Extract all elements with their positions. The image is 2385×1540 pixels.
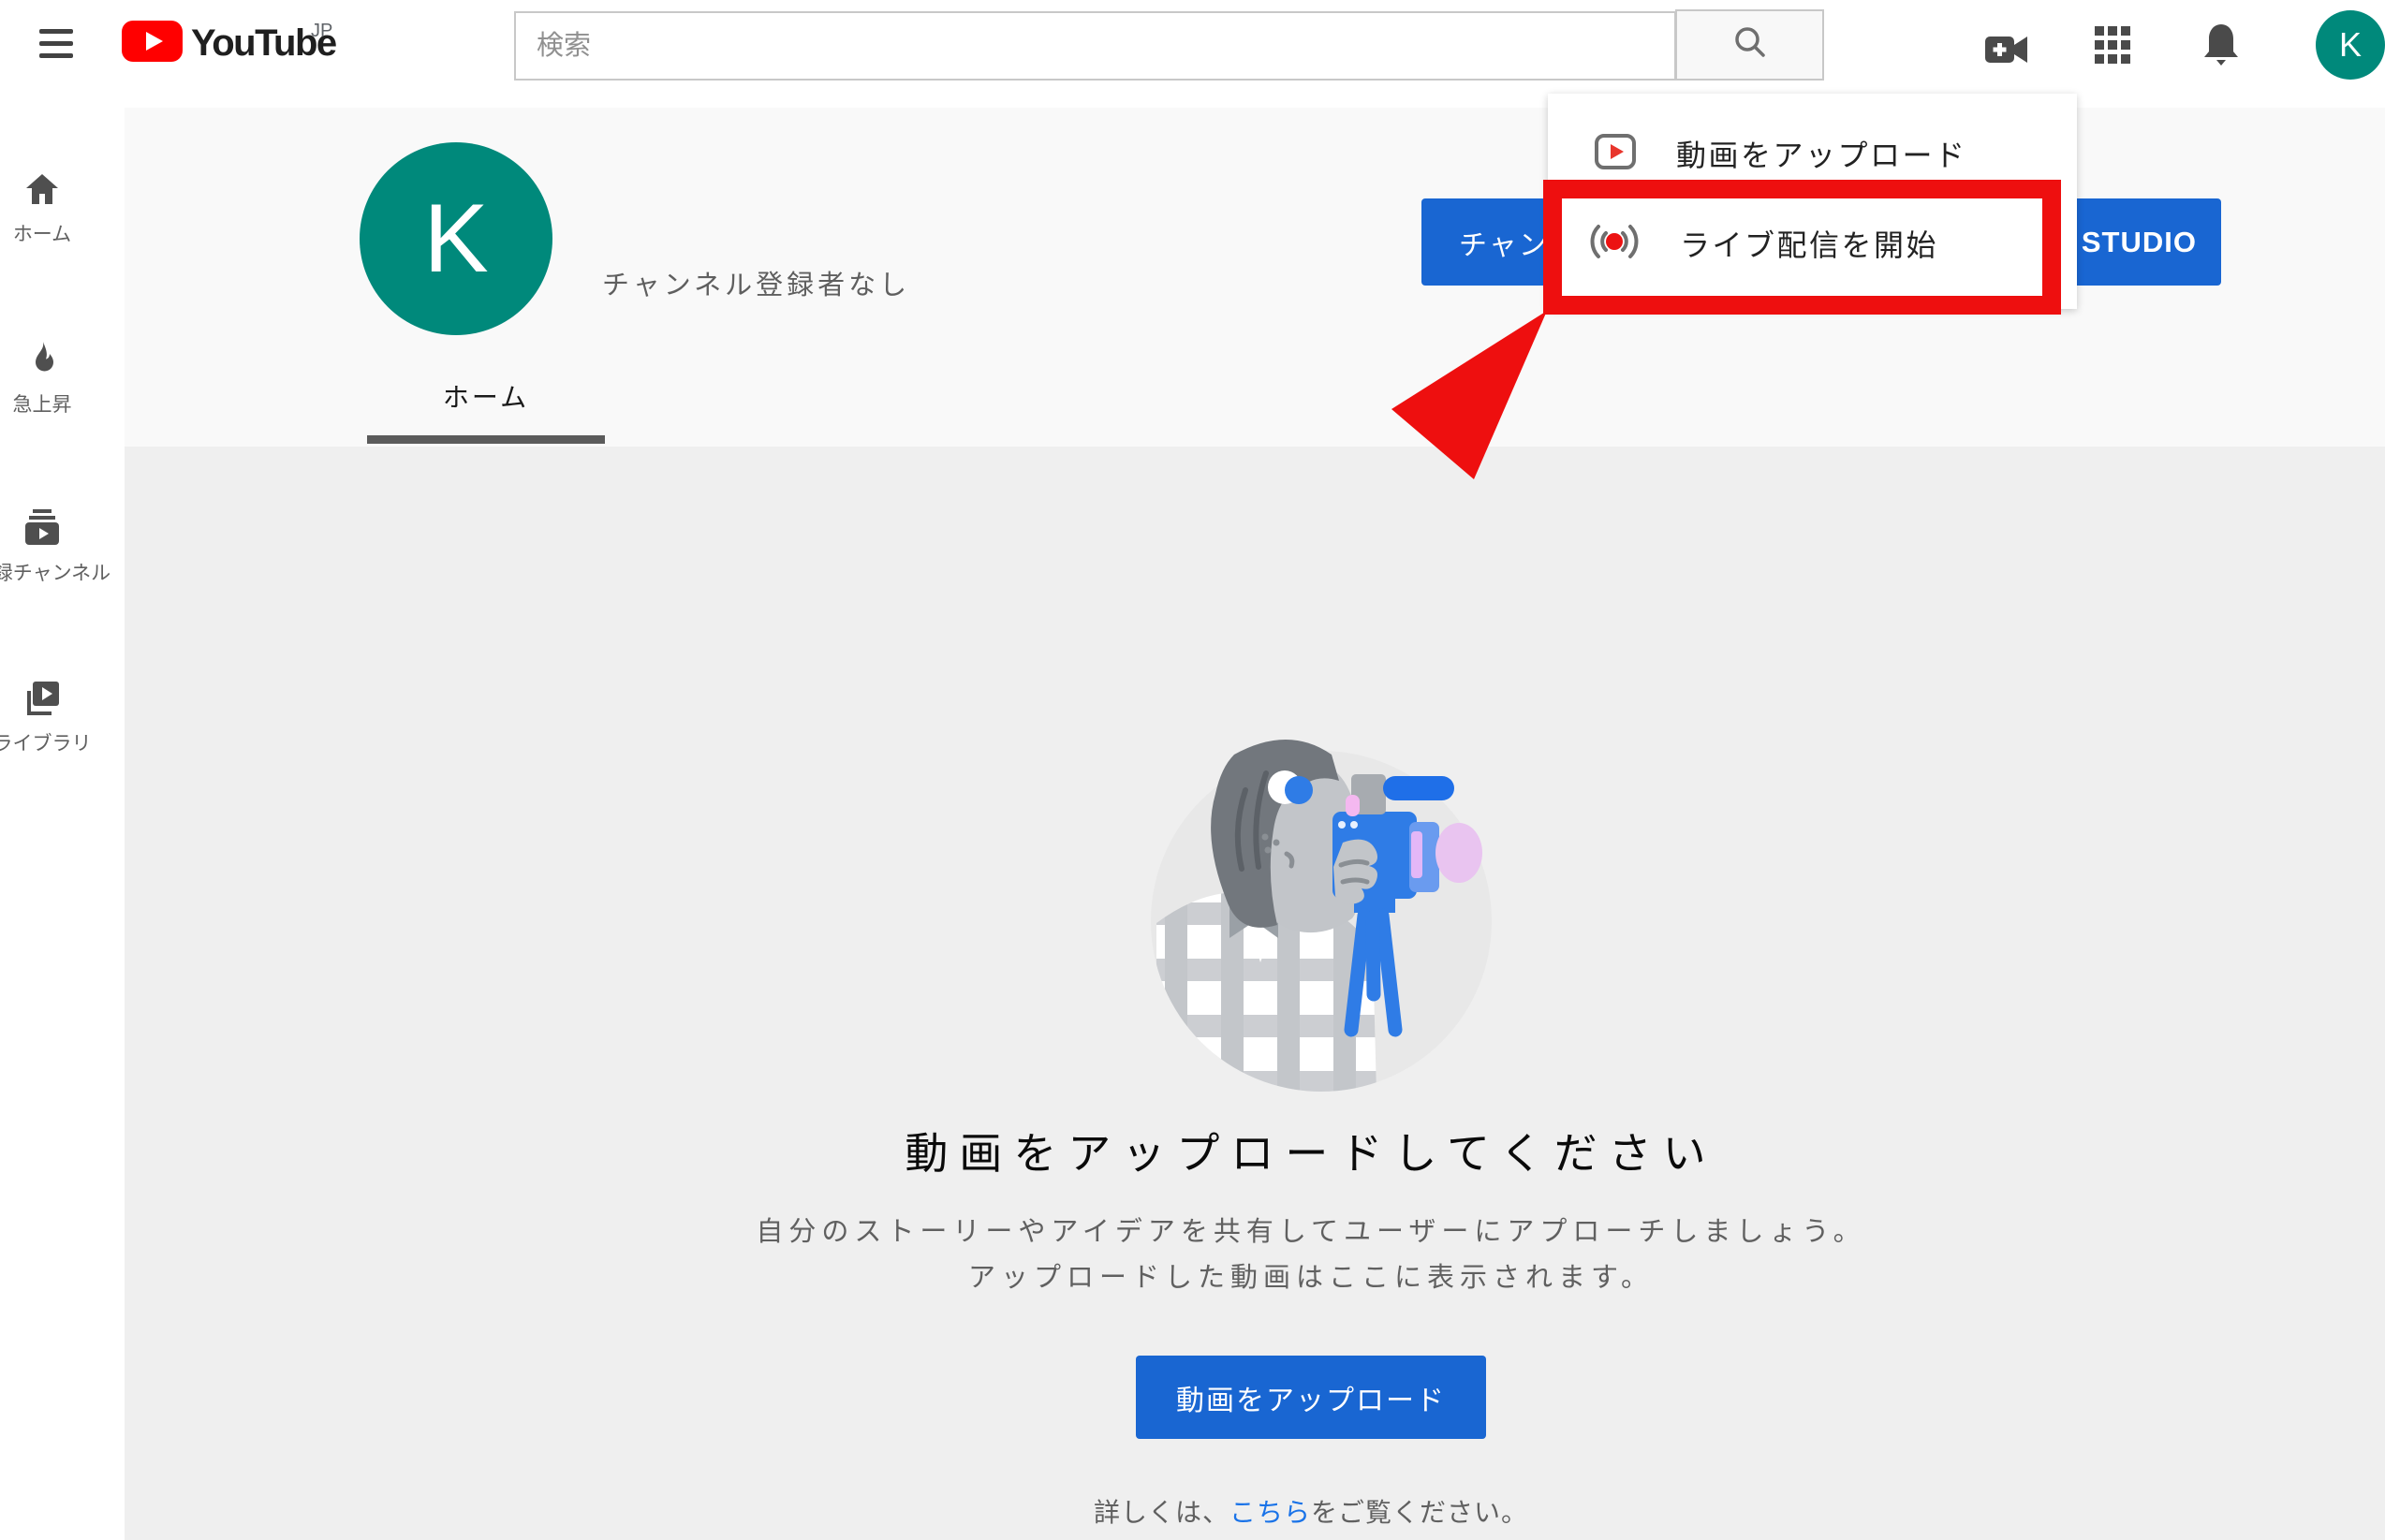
sidebar-item-home[interactable]: ホーム [0,170,125,292]
help-text-suffix: をご覧ください。 [1311,1498,1528,1527]
tab-home[interactable]: ホーム [367,377,605,415]
avatar-initial: K [2339,25,2362,65]
description-line-2: アップロードした動画はここに表示されます。 [968,1263,1654,1293]
help-text-prefix: 詳しくは、 [1094,1498,1229,1527]
sidebar-item-label: ライブラリ [0,728,92,756]
menu-item-label: ライブ配信を開始 [1680,222,1938,265]
youtube-play-badge-icon [122,21,183,62]
sidebar-item-subscriptions[interactable]: 登録チャンネル [0,509,125,631]
menu-item-go-live[interactable]: ライブ配信を開始 [1548,198,2077,288]
search-input[interactable] [514,11,1676,81]
menu-item-label: 動画をアップロード [1676,132,1967,175]
apps-grid-icon[interactable] [2095,26,2130,68]
home-icon [23,170,61,213]
create-dropdown-menu: 動画をアップロード ライブ配信を開始 [1548,94,2077,309]
search-button[interactable] [1675,9,1824,81]
description-line-1: 自分のストーリーやアイデアを共有してユーザーにアプローチしましょう。 [756,1217,1865,1247]
notifications-bell-icon[interactable] [2201,22,2241,72]
hamburger-menu-icon[interactable] [39,29,73,59]
help-link[interactable]: こちら [1229,1498,1311,1527]
top-toolbar: YouTube JP [0,0,2385,108]
sidebar: ホーム 急上昇 登録チャンネル [0,108,125,1540]
upload-video-button[interactable]: 動画をアップロード [1136,1356,1486,1439]
help-text: 詳しくは、こちらをご覧ください。 [1094,1492,1528,1530]
subscriptions-icon [23,509,61,550]
channel-avatar[interactable]: K [360,142,552,335]
sidebar-item-label: ホーム [13,219,71,247]
upload-illustration [1148,717,1504,1093]
sidebar-item-label: 登録チャンネル [0,558,110,586]
create-video-icon[interactable] [1985,34,2028,70]
sidebar-item-label: 急上昇 [13,389,72,418]
search-icon [1730,23,1770,67]
customize-channel-button-label: チャン [1459,222,1549,263]
account-avatar[interactable]: K [2316,10,2385,80]
trending-flame-icon [23,341,61,385]
empty-state-title: 動画をアップロードしてください [905,1120,1716,1181]
active-tab-underline [367,435,605,444]
empty-state-description: 自分のストーリーやアイデアを共有してユーザーにアプローチしましょう。 アップロー… [756,1210,1865,1301]
menu-item-upload-video[interactable]: 動画をアップロード [1548,109,2077,198]
region-code-label: JP [311,21,332,42]
sidebar-item-trending[interactable]: 急上昇 [0,341,125,462]
library-icon [23,680,61,722]
youtube-channel-page: YouTube JP [0,0,2385,1540]
channel-avatar-initial: K [423,183,488,295]
upload-video-icon [1595,134,1636,174]
sidebar-item-library[interactable]: ライブラリ [0,680,125,801]
subscriber-count-label: チャンネル登録者なし [602,263,910,302]
go-live-icon [1587,223,1642,265]
upload-video-button-label: 動画をアップロード [1176,1386,1446,1416]
